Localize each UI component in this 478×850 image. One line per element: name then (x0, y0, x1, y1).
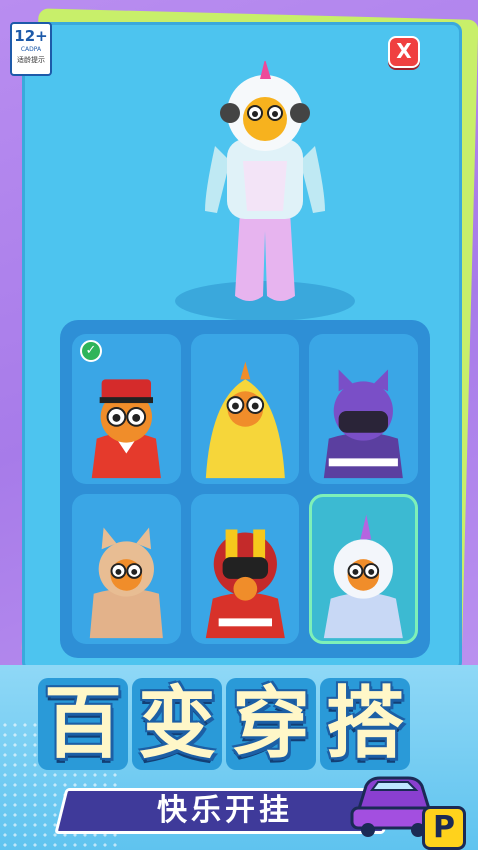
outfit-cat-costume[interactable] (72, 494, 181, 644)
outfit-purple-cat[interactable] (309, 334, 418, 484)
age-rating-org: CADPA (20, 46, 42, 53)
parking-badge: P (422, 806, 466, 850)
promo-title-char: 变 (132, 678, 222, 770)
promo-title-char: 穿 (226, 678, 316, 770)
unicorn-character-icon (324, 514, 404, 639)
avatar-preview (145, 59, 385, 331)
outfit-bellhop[interactable]: ✓ (72, 334, 181, 484)
promo-title-char: 搭 (320, 678, 410, 770)
owned-check-icon: ✓ (80, 340, 102, 362)
purple-cat-character-icon (324, 369, 404, 479)
racer-character-icon (205, 529, 285, 639)
outfit-chicken[interactable] (190, 334, 300, 484)
age-rating-badge: 12+ CADPA 适龄提示 (10, 22, 52, 76)
promo-title-char: 百 (38, 678, 128, 770)
avatar-unicorn-figure (175, 59, 355, 321)
age-rating-value: 12+ (14, 27, 48, 45)
chicken-character-icon (205, 361, 285, 479)
promo-subtitle-ribbon: 快乐开挂 (54, 788, 396, 834)
promo-title: 百 变 穿 搭 (38, 678, 458, 774)
close-icon: X (396, 39, 412, 63)
outfit-unicorn[interactable] (309, 494, 418, 644)
age-rating-tip: 适龄提示 (17, 56, 45, 64)
outfit-racer[interactable] (190, 494, 300, 644)
close-button[interactable]: X (388, 36, 420, 68)
promo-subtitle: 快乐开挂 (157, 793, 293, 828)
cat-costume-character-icon (89, 527, 163, 639)
outfit-grid: ✓ (60, 320, 430, 658)
